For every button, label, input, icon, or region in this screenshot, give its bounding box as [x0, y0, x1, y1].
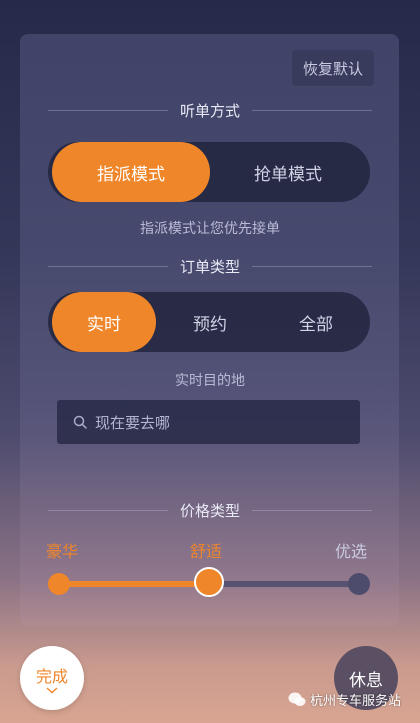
divider [48, 509, 168, 511]
price-type-title-label: 价格类型 [180, 501, 241, 520]
listen-mode-title: 听单方式 [48, 100, 373, 120]
price-slider-stop-luxury[interactable] [48, 573, 70, 595]
watermark-text: 杭州专车服务站 [310, 694, 402, 709]
listen-mode-hint: 指派模式让您优先接单 [140, 221, 280, 237]
destination-title: 实时目的地 [175, 373, 245, 389]
listen-mode-option-assign[interactable]: 指派模式 [52, 142, 210, 202]
listen-mode-segmented-control: 指派模式 抢单模式 [48, 142, 370, 202]
order-type-option-reservation[interactable]: 预约 [158, 292, 262, 352]
search-icon [73, 415, 87, 429]
done-button-label: 完成 [35, 666, 68, 686]
divider [252, 509, 373, 511]
order-type-option-all[interactable]: 全部 [264, 292, 368, 352]
chevron-down-icon [46, 686, 58, 693]
price-slider-fill [59, 581, 209, 587]
divider [252, 109, 373, 111]
price-option-comfort[interactable]: 舒适 [190, 538, 222, 562]
divider [48, 265, 168, 267]
divider [48, 109, 168, 111]
wechat-icon [288, 692, 306, 706]
destination-placeholder: 现在要去哪 [95, 413, 171, 432]
divider [252, 265, 373, 267]
watermark: 杭州专车服务站 [288, 690, 401, 709]
price-type-title: 价格类型 [48, 500, 373, 520]
price-slider-handle[interactable] [194, 567, 224, 597]
reset-default-button[interactable]: 恢复默认 [292, 50, 374, 86]
order-type-title: 订单类型 [48, 256, 373, 276]
done-button[interactable]: 完成 [20, 646, 84, 710]
price-option-luxury[interactable]: 豪华 [46, 538, 78, 562]
listen-mode-option-grab[interactable]: 抢单模式 [208, 142, 368, 202]
listen-mode-title-label: 听单方式 [180, 101, 241, 120]
order-type-segmented-control: 实时 预约 全部 [48, 292, 370, 352]
destination-search-input[interactable]: 现在要去哪 [57, 400, 360, 444]
order-type-option-realtime[interactable]: 实时 [52, 292, 156, 352]
price-option-preferred[interactable]: 优选 [335, 538, 367, 562]
price-slider-stop-preferred[interactable] [348, 573, 370, 595]
order-type-title-label: 订单类型 [180, 257, 241, 276]
